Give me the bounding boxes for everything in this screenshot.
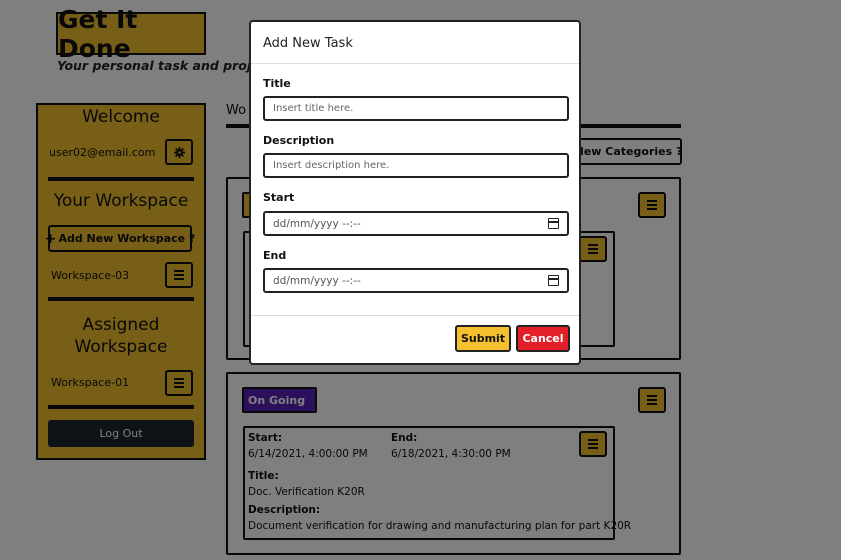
title-field-label: Title [263, 77, 291, 90]
description-input[interactable] [263, 153, 569, 178]
calendar-icon[interactable] [548, 218, 559, 229]
description-field-label: Description [263, 134, 335, 147]
start-datetime-value: dd/mm/yyyy --:-- [273, 217, 361, 230]
submit-button[interactable]: Submit [455, 325, 511, 352]
modal-title: Add New Task [263, 36, 353, 51]
title-input[interactable] [263, 96, 569, 121]
add-task-modal: Add New Task Title Description Start dd/… [249, 20, 581, 365]
end-field-label: End [263, 249, 287, 262]
modal-header-divider [251, 63, 579, 64]
start-datetime-input[interactable]: dd/mm/yyyy --:-- [263, 211, 569, 236]
calendar-icon[interactable] [548, 275, 559, 286]
start-field-label: Start [263, 191, 295, 204]
end-datetime-input[interactable]: dd/mm/yyyy --:-- [263, 268, 569, 293]
modal-footer-divider [251, 315, 579, 316]
cancel-button[interactable]: Cancel [516, 325, 570, 352]
end-datetime-value: dd/mm/yyyy --:-- [273, 274, 361, 287]
